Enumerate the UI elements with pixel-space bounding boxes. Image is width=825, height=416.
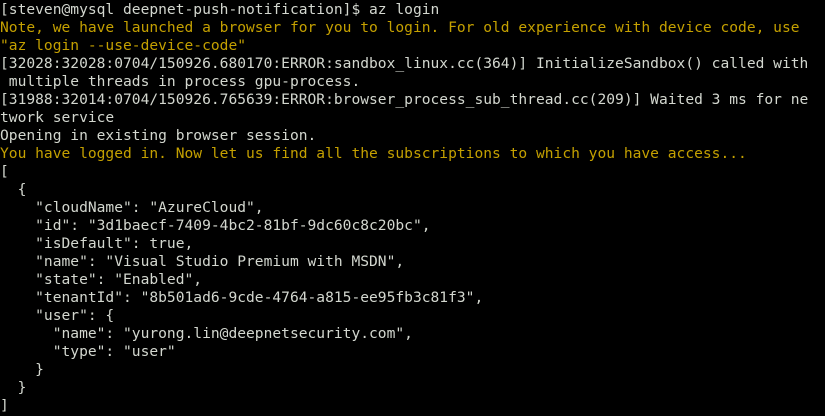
terminal-output: Note, we have launched a browser for you… — [0, 19, 825, 415]
terminal-output-line: [32028:32028:0704/150926.680170:ERROR:sa… — [0, 55, 809, 72]
command-prompt-line: [steven@mysql deepnet-push-notification]… — [0, 1, 440, 18]
terminal-output-line: "state": "Enabled", — [0, 271, 203, 288]
terminal-output-line: [31988:32014:0704/150926.765639:ERROR:br… — [0, 91, 809, 108]
terminal-output-line: "cloudName": "AzureCloud", — [0, 199, 264, 216]
terminal-output-line: } — [0, 361, 44, 378]
terminal-output-line: Note, we have launched a browser for you… — [0, 19, 800, 36]
terminal-output-line: "isDefault": true, — [0, 235, 194, 252]
terminal-output-line: "type": "user" — [0, 343, 176, 360]
terminal-output-line: { — [0, 181, 27, 198]
terminal-output-line: You have logged in. Now let us find all … — [0, 145, 747, 162]
terminal-output-line: twork service — [0, 109, 115, 126]
terminal-output-line: } — [0, 379, 27, 396]
terminal-output-line: "id": "3d1baecf-7409-4bc2-81bf-9dc60c8c2… — [0, 217, 431, 234]
terminal-window[interactable]: [steven@mysql deepnet-push-notification]… — [0, 0, 825, 416]
terminal-output-line: multiple threads in process gpu-process. — [0, 73, 361, 90]
terminal-output-line: "tenantId": "8b501ad6-9cde-4764-a815-ee9… — [0, 289, 484, 306]
terminal-output-line: "name": "yurong.lin@deepnetsecurity.com"… — [0, 325, 413, 342]
terminal-output-line: "user": { — [0, 307, 115, 324]
terminal-output-line: "az login --use-device-code" — [0, 37, 247, 54]
terminal-output-line: "name": "Visual Studio Premium with MSDN… — [0, 253, 405, 270]
terminal-output-line: ] — [0, 397, 9, 414]
terminal-output-line: Opening in existing browser session. — [0, 127, 317, 144]
terminal-output-line: [ — [0, 163, 9, 180]
